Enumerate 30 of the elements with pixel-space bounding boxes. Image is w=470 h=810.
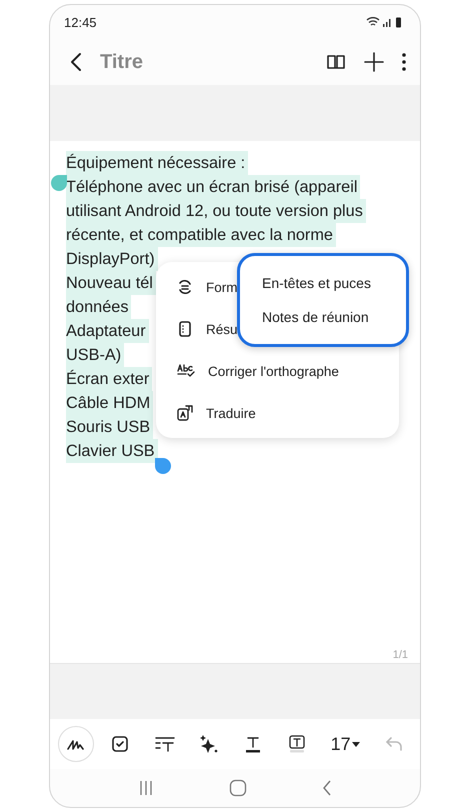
submenu-item[interactable]: Notes de réunion [262, 309, 406, 325]
plus-icon[interactable] [364, 52, 384, 72]
status-time: 12:45 [64, 14, 97, 30]
caret-icon [350, 740, 361, 748]
home-icon[interactable] [228, 779, 247, 797]
text-style-icon [154, 736, 175, 752]
pen-stroke-icon [67, 737, 85, 751]
book-icon[interactable] [326, 53, 346, 71]
menu-item[interactable]: Corriger l'orthographe [208, 364, 339, 378]
back-icon[interactable] [70, 52, 82, 72]
submenu-item[interactable]: En-têtes et puces [262, 275, 406, 291]
menu-item[interactable]: Traduire [206, 406, 256, 420]
selection-end-handle[interactable] [155, 458, 171, 474]
back-nav-icon[interactable] [322, 780, 332, 796]
page-counter: 1/1 [392, 649, 408, 661]
menu-item[interactable]: Résu [206, 322, 238, 336]
handwriting-button[interactable] [58, 726, 94, 762]
translate-icon [176, 404, 194, 422]
text-underline-icon [244, 735, 262, 753]
menu-item[interactable]: Form [206, 280, 238, 294]
refresh-icon [176, 278, 194, 296]
font-size-button[interactable]: 17 [324, 726, 368, 762]
sparkle-icon [198, 734, 219, 754]
recent-apps-icon[interactable] [138, 780, 154, 796]
text-box-icon [288, 735, 306, 753]
more-icon[interactable] [402, 53, 406, 71]
document-icon [176, 320, 194, 338]
selection-start-handle[interactable] [51, 175, 67, 191]
checkbox-icon [111, 735, 130, 753]
undo-icon [384, 736, 403, 752]
